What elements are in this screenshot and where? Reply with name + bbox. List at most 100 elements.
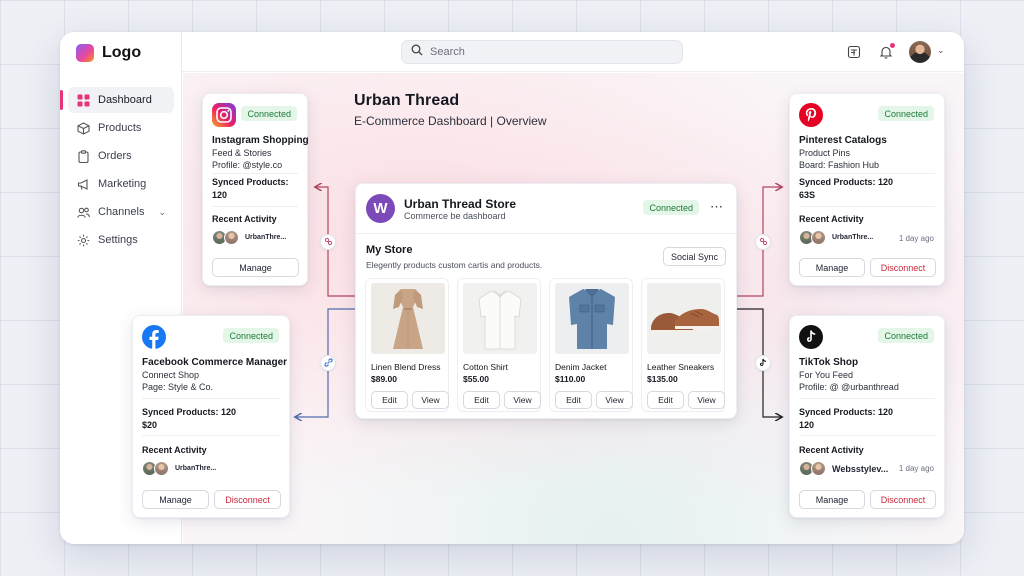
user-avatar[interactable] xyxy=(909,41,931,63)
link-node-tiktok xyxy=(755,355,771,371)
product-price: $89.00 xyxy=(371,374,397,384)
search-icon xyxy=(411,43,423,61)
recent-activity-label: Recent Activity xyxy=(799,445,864,455)
sidebar-item-label: Channels xyxy=(98,206,145,218)
recent-activity-label: Recent Activity xyxy=(799,214,864,224)
disconnect-button[interactable]: Disconnect xyxy=(870,490,936,509)
link-node-facebook xyxy=(320,355,336,371)
edit-button[interactable]: Edit xyxy=(463,391,500,409)
sidebar-item-marketing[interactable]: Marketing xyxy=(68,171,174,197)
sidebar-item-label: Settings xyxy=(98,234,138,246)
sidebar-item-label: Dashboard xyxy=(98,94,152,106)
product-image-sneakers[interactable] xyxy=(647,283,721,354)
link-icon xyxy=(759,233,768,251)
divider xyxy=(799,398,935,399)
product-name: Linen Blend Dress xyxy=(371,362,441,372)
divider xyxy=(799,435,935,436)
disconnect-button[interactable]: Disconnect xyxy=(870,258,936,277)
channel-title: Facebook Commerce Manager xyxy=(142,357,288,368)
view-button[interactable]: View xyxy=(596,391,633,409)
divider xyxy=(142,398,280,399)
view-button[interactable]: View xyxy=(688,391,725,409)
recent-activity-label: Recent Activity xyxy=(212,214,277,224)
synced-value: 120 xyxy=(212,190,228,200)
avatar xyxy=(811,461,826,476)
synced-value: 63S xyxy=(799,190,816,200)
synced-label: Synced Products: 120 xyxy=(799,177,894,187)
disconnect-button[interactable]: Disconnect xyxy=(214,490,281,509)
sidebar-item-label: Marketing xyxy=(98,178,147,190)
status-badge: Connected xyxy=(643,200,699,215)
store-name: Urban Thread Store xyxy=(404,197,517,211)
search-box[interactable] xyxy=(401,40,683,64)
divider xyxy=(799,173,935,174)
view-button[interactable]: View xyxy=(504,391,541,409)
logo[interactable]: Logo xyxy=(76,44,141,62)
synced-value: $20 xyxy=(142,420,158,430)
chevron-down-icon[interactable]: ⌄ xyxy=(937,45,945,56)
pinterest-icon xyxy=(799,103,823,127)
product-price: $110.00 xyxy=(555,374,586,384)
avatar xyxy=(154,461,169,476)
product-name: Denim Jacket xyxy=(555,362,607,372)
activity-row: UrbanThre... xyxy=(799,230,873,245)
channel-profile: Board: Fashion Hub xyxy=(799,160,880,170)
activity-user: Websstylev... xyxy=(832,463,889,474)
section-subtitle: Elegently products custom cartis and pro… xyxy=(366,260,543,270)
product-image-dress[interactable] xyxy=(371,283,445,354)
channel-detail: For You Feed xyxy=(799,370,854,380)
product-name: Leather Sneakers xyxy=(647,362,715,372)
sidebar-item-dashboard[interactable]: Dashboard xyxy=(60,87,174,113)
channel-detail: Connect Shop xyxy=(142,370,200,380)
product-card: Cotton Shirt $55.00 Edit View xyxy=(457,278,541,412)
search-input[interactable] xyxy=(430,46,660,58)
users-icon xyxy=(76,205,90,219)
sidebar-nav: Dashboard Products Orders Marketing Chan… xyxy=(60,87,182,255)
chevron-down-icon[interactable]: ⌄ xyxy=(158,207,166,218)
section-title: My Store xyxy=(366,244,413,256)
box-icon xyxy=(76,121,90,135)
edit-button[interactable]: Edit xyxy=(371,391,408,409)
tiktok-icon xyxy=(799,325,823,349)
avatar xyxy=(811,230,826,245)
clipboard-icon xyxy=(76,149,90,163)
divider xyxy=(212,173,298,174)
product-price: $55.00 xyxy=(463,374,489,384)
link-node-pinterest xyxy=(755,234,771,250)
social-sync-button[interactable]: Social Sync xyxy=(662,247,726,266)
synced-label: Synced Products: xyxy=(212,177,289,187)
edit-button[interactable]: Edit xyxy=(647,391,684,409)
status-badge: Connected xyxy=(878,328,934,343)
synced-label: Synced Products: 120 xyxy=(142,407,237,417)
megaphone-icon xyxy=(76,177,90,191)
sidebar-item-orders[interactable]: Orders xyxy=(68,143,174,169)
product-image-shirt[interactable] xyxy=(463,283,537,354)
link-node-instagram xyxy=(320,234,336,250)
edit-button[interactable]: Edit xyxy=(555,391,592,409)
divider xyxy=(142,435,280,436)
product-image-jacket[interactable] xyxy=(555,283,629,354)
product-name: Cotton Shirt xyxy=(463,362,508,372)
product-price: $135.00 xyxy=(647,374,678,384)
sidebar-item-settings[interactable]: Settings xyxy=(68,227,174,253)
calendar-icon[interactable] xyxy=(845,43,863,61)
manage-button[interactable]: Manage xyxy=(212,258,299,277)
manage-button[interactable]: Manage xyxy=(142,490,209,509)
top-bar: ⌄ xyxy=(182,32,964,72)
logo-mark-icon xyxy=(76,44,94,62)
product-card: Linen Blend Dress $89.00 Edit View xyxy=(365,278,449,412)
more-options-icon[interactable]: ⋯ xyxy=(710,199,724,215)
sidebar-item-products[interactable]: Products xyxy=(68,115,174,141)
grid-icon xyxy=(76,93,90,107)
page-title: Urban Thread xyxy=(354,92,460,109)
activity-time: 1 day ago xyxy=(898,464,934,473)
view-button[interactable]: View xyxy=(412,391,449,409)
manage-button[interactable]: Manage xyxy=(799,490,865,509)
manage-button[interactable]: Manage xyxy=(799,258,865,277)
channel-profile: Profile: @ @urbanthread xyxy=(799,382,899,392)
link-icon xyxy=(323,354,333,372)
facebook-icon xyxy=(142,325,166,349)
sidebar-item-channels[interactable]: Channels ⌄ xyxy=(68,199,174,225)
activity-row: Websstylev... xyxy=(799,461,888,476)
bell-icon[interactable] xyxy=(877,43,895,61)
